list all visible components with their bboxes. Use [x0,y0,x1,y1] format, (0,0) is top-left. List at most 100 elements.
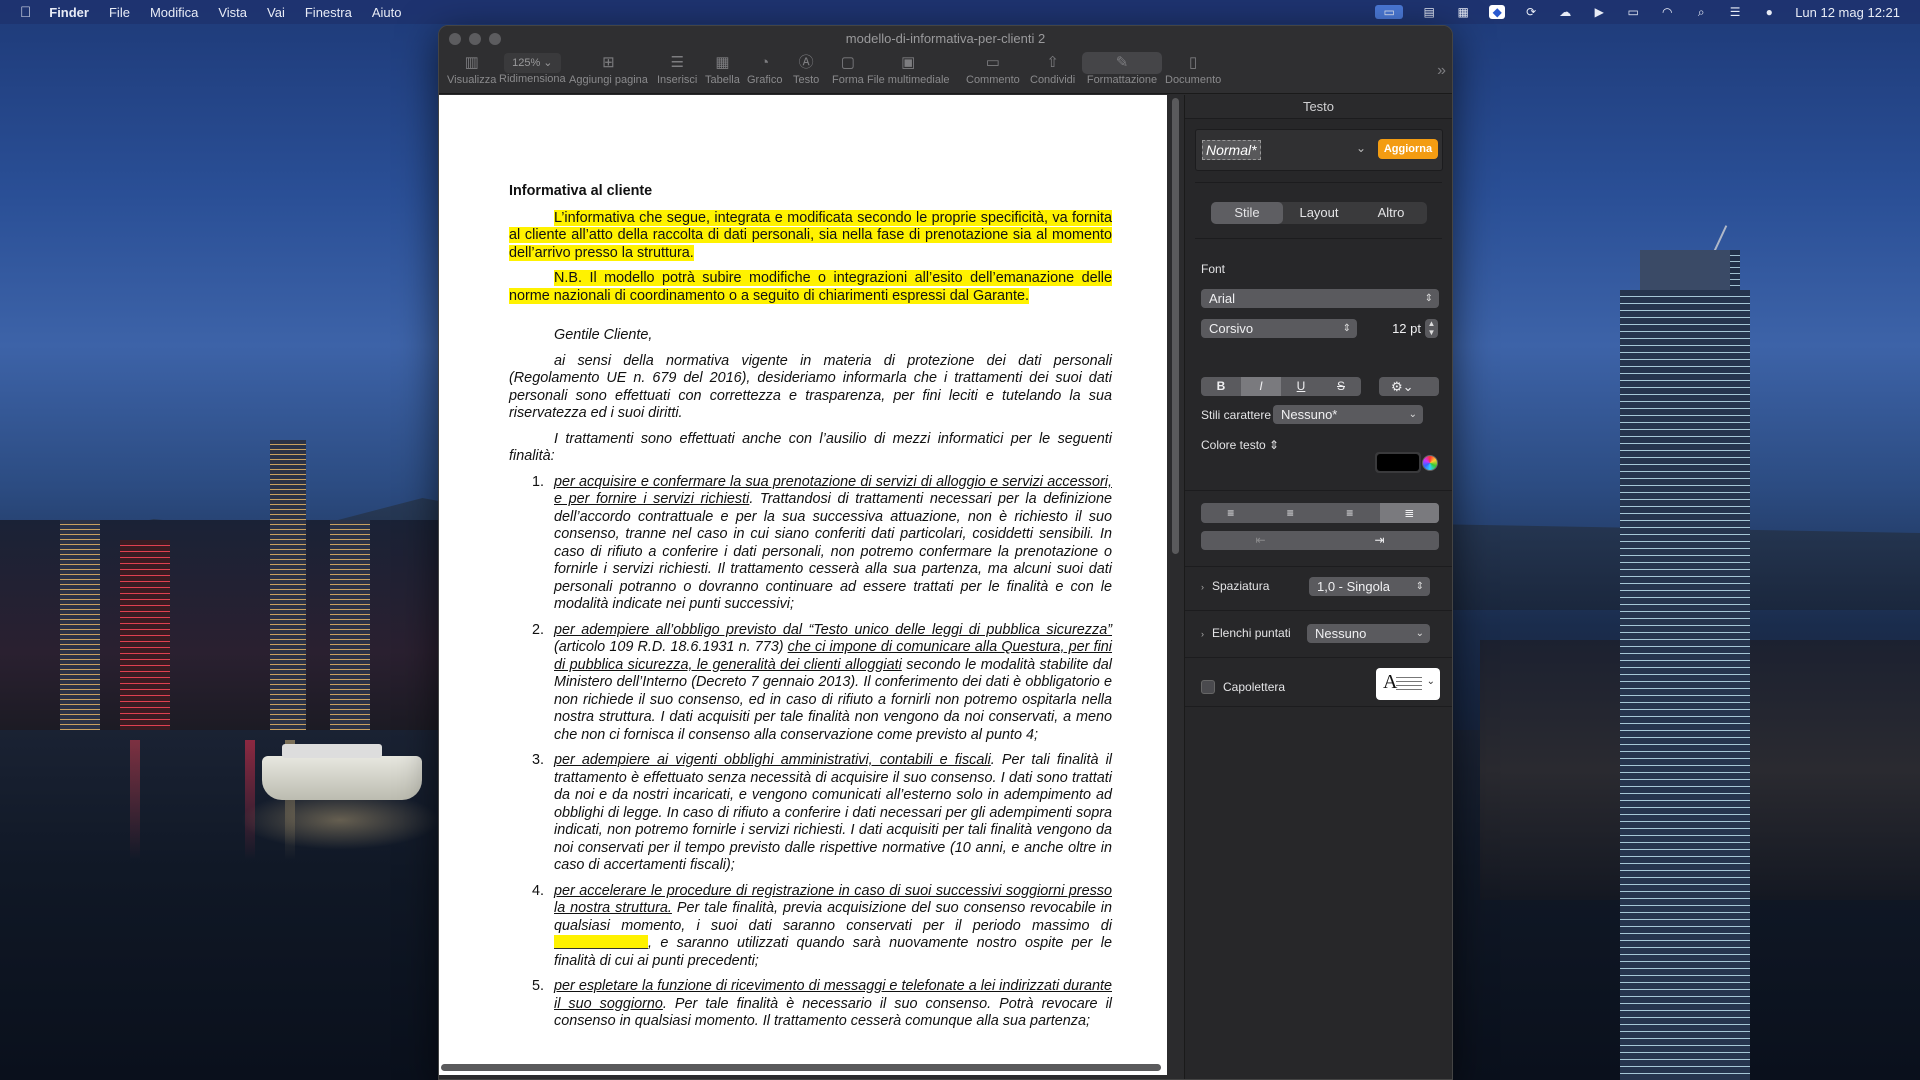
menu-clock[interactable]: Lun 12 mag 12:21 [1795,5,1900,20]
media-label: File multimediale [867,74,950,86]
spacing-disclosure[interactable]: › Spaziatura [1201,579,1269,593]
chevron-down-icon[interactable]: ⌄ [1356,141,1366,155]
menu-vai[interactable]: Vai [267,5,285,20]
divider [1185,490,1452,491]
text-button[interactable]: Ⓐ Testo [793,52,819,86]
menu-finder[interactable]: Finder [49,5,89,20]
document-heading[interactable]: Informativa al cliente [509,183,1112,201]
view-button[interactable]: ▥ Visualizza [447,52,496,86]
bullets-disclosure[interactable]: › Elenchi puntati [1201,626,1291,640]
body-paragraph[interactable]: I trattamenti sono effettuati anche con … [509,431,1112,466]
table-button[interactable]: ▦ Tabella [705,52,740,86]
greeting[interactable]: Gentile Cliente, [509,327,1112,345]
list-item[interactable]: 2. per adempiere all’obbligo previsto dal… [532,622,1112,745]
menu-extras: ▭ ▤ ▦ ◆ ⟳ ☁ ▶ ▭ ◠ ⌕ ☰ ● Lun 12 mag 12:21 [1375,0,1900,24]
vertical-scrollbar[interactable] [1172,98,1179,554]
wallpaper-building [270,440,306,730]
control-center-icon[interactable]: ☰ [1727,5,1743,19]
document-button[interactable]: ▯ Documento [1165,52,1221,86]
menu-finestra[interactable]: Finestra [305,5,352,20]
share-button[interactable]: ⇧ Condividi [1030,52,1075,86]
menu-vista[interactable]: Vista [218,5,247,20]
page-content[interactable]: Informativa al cliente L’informativa che… [509,183,1112,1039]
text-color-label[interactable]: Colore testo ⇕ [1201,438,1279,452]
document-page[interactable]: Informativa al cliente L’informativa che… [439,95,1167,1075]
horizontal-scrollbar[interactable] [441,1064,1161,1071]
font-size-field[interactable]: 12 pt [1371,319,1421,338]
add-page-button[interactable]: ⊞ Aggiungi pagina [569,52,648,86]
spotlight-icon[interactable]: ⌕ [1693,5,1709,19]
text-color-well[interactable] [1375,452,1421,473]
title-bar[interactable]: modello-di-informativa-per-clienti 2 [439,26,1452,50]
battery-icon[interactable]: ▭ [1625,5,1641,19]
italic-button[interactable]: I [1241,377,1281,396]
insert-button[interactable]: ☰ Inserisci [657,52,697,86]
body-paragraph[interactable]: ai sensi della normativa vigente in mate… [509,353,1112,423]
zoom-button[interactable] [489,33,501,45]
list-item[interactable]: 5. per espletare la funzione di ricevimen… [532,978,1112,1031]
font-style-popup[interactable]: Corsivo ⇕ [1201,319,1357,338]
siri-icon[interactable]: ● [1761,5,1777,19]
list-item[interactable]: 3. per adempiere ai vigenti obblighi ammi… [532,752,1112,875]
menu-file[interactable]: File [109,5,130,20]
menu-modifica[interactable]: Modifica [150,5,198,20]
dropcap-checkbox[interactable] [1201,680,1215,694]
cloud-icon[interactable]: ☁ [1557,5,1573,19]
tab-layout[interactable]: Layout [1283,202,1355,224]
underline-button[interactable]: U [1281,377,1321,396]
justify-button[interactable]: ≣ [1379,503,1439,523]
tab-stile[interactable]: Stile [1211,202,1283,224]
list-number: 2. [532,621,545,638]
zoom-popup[interactable]: 125% ⌄ [504,53,561,73]
minimize-button[interactable] [469,33,481,45]
bullets-popup[interactable]: Nessuno ⌄ [1307,624,1430,643]
paragraph-style-name[interactable]: Normal* [1202,140,1261,160]
update-style-button[interactable]: Aggiorna [1378,139,1438,159]
sync-icon[interactable]: ⟳ [1523,5,1539,19]
close-button[interactable] [449,33,461,45]
tab-altro[interactable]: Altro [1355,202,1427,224]
paragraph-style-selector[interactable]: Normal* ⌄ Aggiorna [1195,129,1443,171]
app-icon[interactable]: ◆ [1489,5,1506,19]
strikethrough-button[interactable]: S [1321,377,1361,396]
zoom-control[interactable]: 125% ⌄ Ridimensiona [499,52,566,85]
note-paragraph[interactable]: N.B. Il modello potrà subire modifiche o… [509,270,1112,305]
wifi-icon[interactable]: ◠ [1659,5,1675,19]
color-wheel-icon[interactable] [1422,455,1438,471]
dropcap-style-popup[interactable]: A ⌄ [1376,668,1440,700]
more-chevron-icon[interactable]: » [1437,62,1446,80]
text-options-popup[interactable]: ⚙⌄ [1379,377,1439,396]
screen-mirroring-icon[interactable]: ▭ [1375,5,1404,19]
char-styles-popup[interactable]: Nessuno* ⌄ [1273,405,1423,424]
font-family-popup[interactable]: Arial ⇕ [1201,289,1439,308]
list-item[interactable]: 1. per acquisire e confermare la sua pren… [532,474,1112,614]
comment-button[interactable]: ▭ Commento [966,52,1020,86]
teams-icon[interactable]: ▤ [1421,5,1437,19]
align-right-button[interactable]: ≡ [1320,503,1380,523]
notes-icon[interactable]: ▦ [1455,5,1471,19]
font-size-stepper[interactable]: ▲ ▼ [1425,319,1438,338]
wallpaper-building [120,540,170,730]
play-icon[interactable]: ▶ [1591,5,1607,19]
align-left-button[interactable]: ≡ [1201,503,1261,523]
text-box-icon: Ⓐ [798,54,814,71]
menu-aiuto[interactable]: Aiuto [372,5,402,20]
list-item[interactable]: 4. per accelerare le procedure di registr… [532,883,1112,971]
color-swatch [1377,454,1419,471]
align-center-button[interactable]: ≡ [1261,503,1321,523]
document-canvas[interactable]: Informativa al cliente L’informativa che… [439,95,1183,1079]
increase-indent-button[interactable]: ⇥ [1320,531,1439,550]
intro-paragraph[interactable]: L’informativa che segue, integrata e mod… [509,209,1112,263]
shape-button[interactable]: ▢ Forma [832,52,864,86]
decrease-indent-button[interactable]: ⇤ [1201,531,1320,550]
table-icon: ▦ [715,54,730,71]
spacing-popup[interactable]: 1,0 - Singola ⇕ [1309,577,1430,596]
chart-button[interactable]: ◔ Grafico [747,52,782,86]
bold-button[interactable]: B [1201,377,1241,396]
apple-icon[interactable]:  [20,4,31,21]
format-button[interactable]: ✎ Formattazione [1082,52,1162,86]
shape-icon: ▢ [840,54,855,71]
media-button[interactable]: ▣ File multimediale [867,52,950,86]
fill-in-blank[interactable] [554,935,648,949]
chevron-updown-icon: ⇕ [1415,581,1424,592]
